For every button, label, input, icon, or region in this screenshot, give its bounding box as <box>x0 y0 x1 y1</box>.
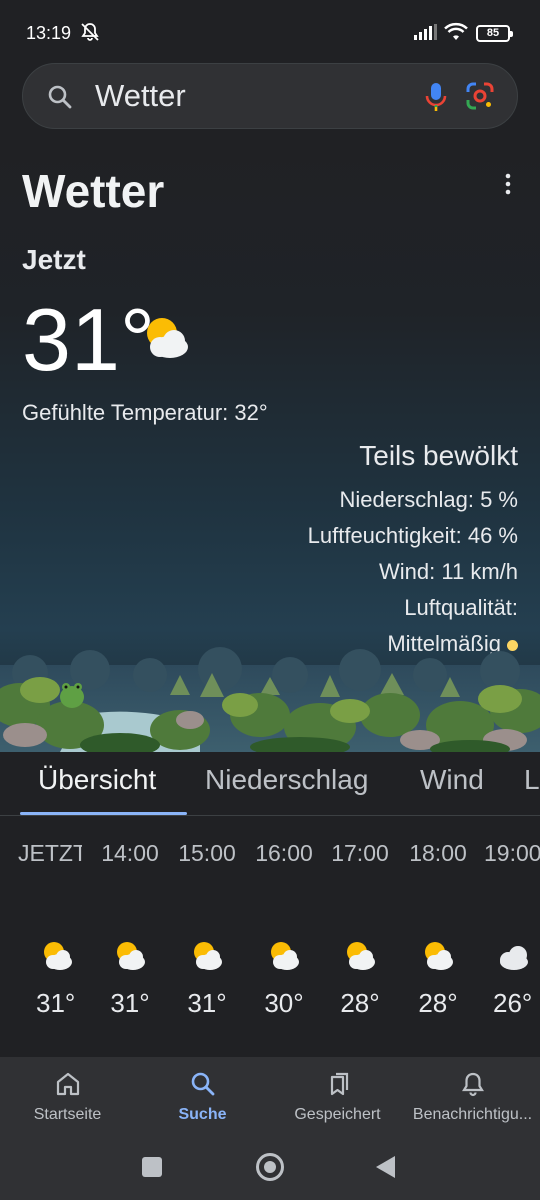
tab-overview[interactable]: Übersicht <box>38 764 156 796</box>
nav-search[interactable]: Suche <box>135 1071 270 1124</box>
weather-details: Niederschlag: 5 % Luftfeuchtigkeit: 46 %… <box>308 482 518 662</box>
air-quality-label: Luftqualität: <box>404 595 518 620</box>
partly-cloudy-icon <box>147 318 188 358</box>
battery-icon: 85 <box>476 25 513 42</box>
tab-wind[interactable]: Wind <box>420 764 484 796</box>
hour-time: JETZT <box>18 840 82 866</box>
home-icon <box>56 1072 79 1096</box>
hour-time: 14:00 <box>101 840 159 866</box>
weather-tabs: Übersicht Niederschlag Wind L <box>0 752 540 816</box>
hourly-item: JETZT 31° <box>18 840 82 1019</box>
search-icon <box>191 1072 214 1096</box>
wifi-icon <box>444 22 468 40</box>
weather-scenery-illustration <box>0 647 540 752</box>
current-temperature: 31° <box>22 290 156 389</box>
partly-cloudy-icon <box>320 940 400 980</box>
hour-temp: 28° <box>418 988 458 1018</box>
hourly-item: 17:00 28° <box>320 840 400 1019</box>
condition-text: Teils bewölkt <box>359 440 518 471</box>
back-button[interactable] <box>376 1156 395 1178</box>
nav-saved[interactable]: Gespeichert <box>270 1071 405 1124</box>
weather-card: Wetter Jetzt 31° Gefühlte Temperatur: 32… <box>0 140 540 752</box>
nav-label: Suche <box>178 1106 227 1123</box>
hourly-forecast: JETZT 31° 14:00 31° 15:00 31° 16:00 30° … <box>0 840 540 1040</box>
hourly-item: 16:00 30° <box>244 840 324 1019</box>
status-time: 13:19 <box>26 23 72 43</box>
hour-time: 17:00 <box>331 840 389 866</box>
hour-time: 15:00 <box>178 840 236 866</box>
page-title: Wetter <box>22 165 165 217</box>
system-navigation-bar <box>0 1147 540 1187</box>
hour-temp: 30° <box>264 988 304 1018</box>
partly-cloudy-icon <box>167 940 247 980</box>
frog-mascot-icon <box>60 683 84 708</box>
hour-temp: 31° <box>110 988 150 1018</box>
hour-time: 19:00 <box>484 840 540 866</box>
hour-temp: 26° <box>493 988 533 1018</box>
bookmarks-icon <box>330 1072 348 1096</box>
home-button[interactable] <box>256 1153 284 1181</box>
hourly-item: 18:00 28° <box>398 840 478 1019</box>
active-tab-indicator <box>20 812 187 815</box>
search-input[interactable]: Wetter <box>95 78 186 114</box>
hourly-item: 15:00 31° <box>167 840 247 1019</box>
partly-cloudy-icon <box>244 940 324 980</box>
microphone-icon[interactable] <box>423 81 449 113</box>
cloudy-icon <box>476 940 540 980</box>
partly-cloudy-icon <box>90 940 170 980</box>
precipitation-text: Niederschlag: 5 % <box>339 487 518 512</box>
bell-icon <box>461 1072 484 1097</box>
tab-precipitation[interactable]: Niederschlag <box>205 764 368 796</box>
hour-temp: 31° <box>36 988 76 1018</box>
battery-level: 85 <box>486 27 500 39</box>
nav-label: Startseite <box>33 1106 102 1123</box>
nav-label: Benachrichtigu... <box>412 1106 533 1123</box>
now-label: Jetzt <box>22 244 86 275</box>
search-bar[interactable]: Wetter <box>22 63 518 129</box>
google-lens-icon[interactable] <box>465 81 495 111</box>
feels-like: Gefühlte Temperatur: 32° <box>22 400 268 425</box>
search-icon <box>48 85 72 109</box>
nav-home[interactable]: Startseite <box>0 1071 135 1124</box>
partly-cloudy-icon <box>18 940 82 980</box>
partly-cloudy-icon <box>398 940 478 980</box>
bottom-navigation: Startseite Suche Gespeichert Benachricht… <box>0 1057 540 1200</box>
nav-label: Gespeichert <box>294 1106 381 1123</box>
more-options-icon[interactable] <box>500 172 516 196</box>
bell-muted-icon <box>81 23 99 41</box>
hour-time: 16:00 <box>255 840 313 866</box>
recents-button[interactable] <box>142 1157 162 1177</box>
hour-temp: 31° <box>187 988 227 1018</box>
humidity-text: Luftfeuchtigkeit: 46 % <box>307 523 518 548</box>
status-bar: 13:19 85 <box>0 0 540 64</box>
hour-temp: 28° <box>340 988 380 1018</box>
nav-notifications[interactable]: Benachrichtigu... <box>405 1071 540 1124</box>
signal-icon <box>414 24 437 40</box>
tab-air-quality[interactable]: L <box>524 764 540 796</box>
hourly-item: 19:00 26° <box>476 840 540 1019</box>
hour-time: 18:00 <box>409 840 467 866</box>
hourly-item: 14:00 31° <box>90 840 170 1019</box>
wind-text: Wind: 11 km/h <box>379 559 518 584</box>
